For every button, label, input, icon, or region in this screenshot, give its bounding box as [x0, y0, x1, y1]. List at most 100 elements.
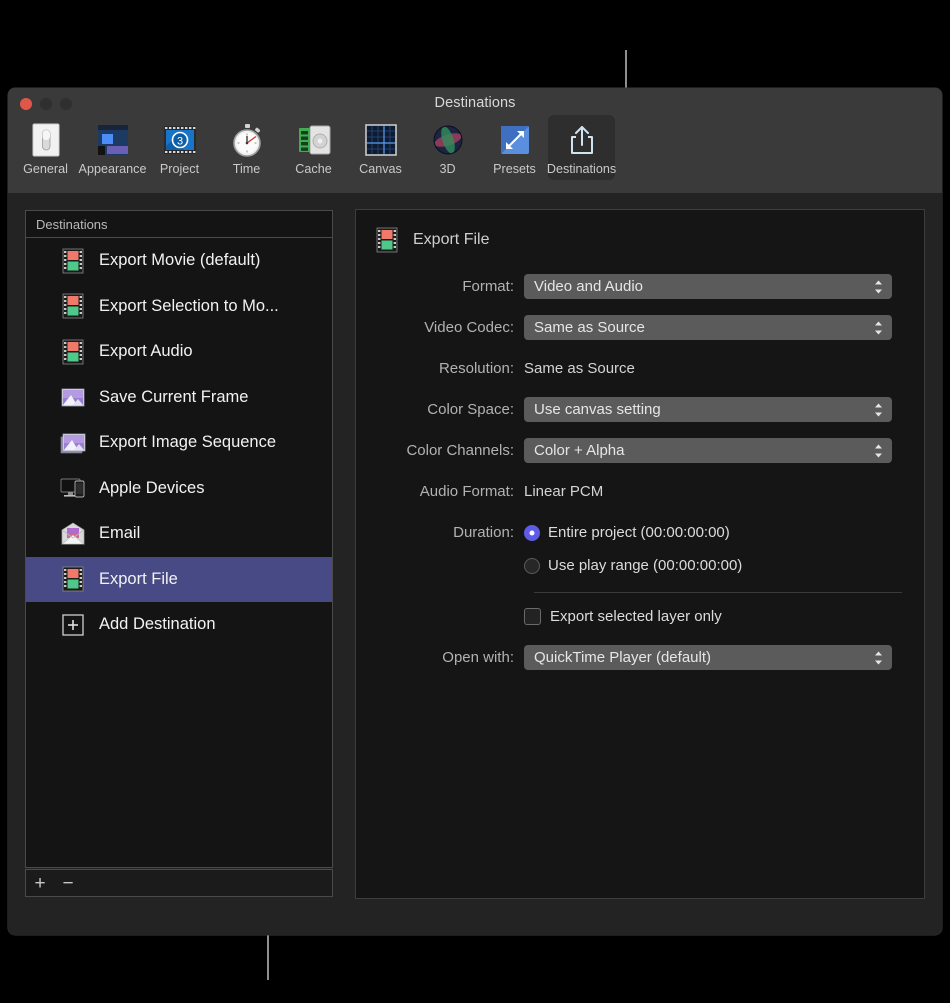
filmstrip-icon — [60, 293, 86, 319]
form-row-open-with: Open with: QuickTime Player (default) — [356, 643, 924, 672]
filmstrip-icon — [60, 248, 86, 274]
share-export-icon — [564, 122, 600, 158]
video-codec-popup-button[interactable]: Same as Source — [524, 315, 892, 340]
add-destination-button[interactable]: + — [26, 870, 54, 896]
toolbar-item-general[interactable]: General — [12, 115, 79, 180]
form-row-color-space: Color Space: Use canvas setting — [356, 395, 924, 424]
list-item-label: Save Current Frame — [99, 388, 248, 407]
toolbar-label: Canvas — [359, 162, 402, 176]
toolbar-item-destinations[interactable]: Destinations — [548, 115, 615, 180]
presets-arrows-icon — [497, 122, 533, 158]
toolbar-label: 3D — [439, 162, 455, 176]
svg-text:3: 3 — [176, 136, 182, 148]
list-item-label: Export File — [99, 570, 178, 589]
video-codec-label: Video Codec: — [356, 319, 524, 336]
color-channels-label: Color Channels: — [356, 442, 524, 459]
chevron-updown-icon — [873, 278, 884, 295]
radio-use-play-range[interactable] — [524, 558, 540, 574]
color-space-label: Color Space: — [356, 401, 524, 418]
screenshot-root: Destinations General — [0, 0, 950, 1003]
sidebar-footer-toolbar: + − — [25, 869, 333, 897]
toolbar-label: Project — [160, 162, 199, 176]
form-separator — [534, 592, 902, 593]
list-item-label: Export Audio — [99, 342, 193, 361]
list-item-label: Email — [99, 524, 140, 543]
chevron-updown-icon — [873, 649, 884, 666]
audio-format-value: Linear PCM — [524, 483, 603, 500]
email-icon — [60, 521, 86, 547]
checkbox-export-selected-layer[interactable] — [524, 608, 541, 625]
color-space-value: Use canvas setting — [534, 401, 661, 418]
toolbar-item-presets[interactable]: Presets — [481, 115, 548, 180]
color-channels-popup-button[interactable]: Color + Alpha — [524, 438, 892, 463]
format-popup-button[interactable]: Video and Audio — [524, 274, 892, 299]
list-item-export-image-sequence[interactable]: Export Image Sequence — [26, 420, 332, 466]
open-with-popup-button[interactable]: QuickTime Player (default) — [524, 645, 892, 670]
form-row-resolution: Resolution: Same as Source — [356, 354, 924, 383]
preferences-window: Destinations General — [8, 88, 942, 935]
radio-entire-project-label: Entire project (00:00:00:00) — [548, 524, 730, 541]
remove-destination-button[interactable]: − — [54, 870, 82, 896]
add-plus-box-icon — [60, 612, 86, 638]
open-with-value: QuickTime Player (default) — [534, 649, 711, 666]
list-item-export-selection-to-movie[interactable]: Export Selection to Mo... — [26, 284, 332, 330]
toolbar-item-3d[interactable]: 3D — [414, 115, 481, 180]
toolbar-item-appearance[interactable]: Appearance — [79, 115, 146, 180]
checkbox-export-selected-layer-label: Export selected layer only — [550, 608, 722, 625]
list-item-export-audio[interactable]: Export Audio — [26, 329, 332, 375]
form-row-audio-format: Audio Format: Linear PCM — [356, 477, 924, 506]
form-row-video-codec: Video Codec: Same as Source — [356, 313, 924, 342]
list-item-add-destination[interactable]: Add Destination — [26, 602, 332, 648]
filmstrip-icon — [374, 227, 400, 253]
open-with-label: Open with: — [356, 649, 524, 666]
duration-entire-project-option[interactable]: Entire project (00:00:00:00) — [524, 524, 730, 541]
color-space-popup-button[interactable]: Use canvas setting — [524, 397, 892, 422]
list-item-label: Export Selection to Mo... — [99, 297, 279, 316]
toolbar-item-time[interactable]: Time — [213, 115, 280, 180]
list-item-export-file[interactable]: Export File — [26, 557, 332, 603]
toolbar-item-cache[interactable]: Cache — [280, 115, 347, 180]
detail-header: Export File — [356, 210, 924, 253]
chevron-updown-icon — [873, 401, 884, 418]
photo-icon — [60, 384, 86, 410]
export-selected-layer-option[interactable]: Export selected layer only — [524, 608, 722, 625]
cache-disk-icon — [296, 122, 332, 158]
sidebar-header: Destinations — [26, 211, 332, 238]
stopwatch-icon — [229, 122, 265, 158]
project-filmstrip-icon: 3 — [162, 122, 198, 158]
list-item-apple-devices[interactable]: Apple Devices — [26, 466, 332, 512]
photo-stack-icon — [60, 430, 86, 456]
canvas-grid-icon — [363, 122, 399, 158]
video-codec-value: Same as Source — [534, 319, 645, 336]
form-row-export-selected-layer: Export selected layer only — [356, 602, 924, 631]
3d-sphere-icon — [430, 122, 466, 158]
toolbar-label: Presets — [493, 162, 536, 176]
list-item-export-movie[interactable]: Export Movie (default) — [26, 238, 332, 284]
toolbar-item-project[interactable]: 3 Project — [146, 115, 213, 180]
general-switch-icon — [28, 122, 64, 158]
toolbar-label: General — [23, 162, 68, 176]
list-item-email[interactable]: Email — [26, 511, 332, 557]
duration-label: Duration: — [356, 524, 524, 541]
export-settings-form: Format: Video and Audio Video Codec: — [356, 272, 924, 684]
form-row-duration-play-range: Use play range (00:00:00:00) — [356, 551, 924, 580]
chevron-updown-icon — [873, 319, 884, 336]
window-titlebar: Destinations General — [8, 88, 942, 194]
radio-entire-project[interactable] — [524, 525, 540, 541]
color-channels-value: Color + Alpha — [534, 442, 624, 459]
duration-play-range-option[interactable]: Use play range (00:00:00:00) — [524, 557, 742, 574]
list-item-save-current-frame[interactable]: Save Current Frame — [26, 375, 332, 421]
audio-format-label: Audio Format: — [356, 483, 524, 500]
destination-detail-panel: Export File Format: Video and Audio — [355, 209, 925, 899]
appearance-icon — [95, 122, 131, 158]
destinations-sidebar: Destinations — [25, 210, 333, 868]
destinations-list: Export Movie (default) — [26, 238, 332, 867]
toolbar-item-canvas[interactable]: Canvas — [347, 115, 414, 180]
preferences-toolbar: General Appearance — [12, 115, 615, 187]
window-title: Destinations — [8, 95, 942, 111]
toolbar-label: Time — [233, 162, 261, 176]
form-row-color-channels: Color Channels: Color + Alpha — [356, 436, 924, 465]
detail-title: Export File — [413, 231, 489, 249]
filmstrip-icon — [60, 566, 86, 592]
preferences-content: Destinations — [8, 193, 942, 935]
